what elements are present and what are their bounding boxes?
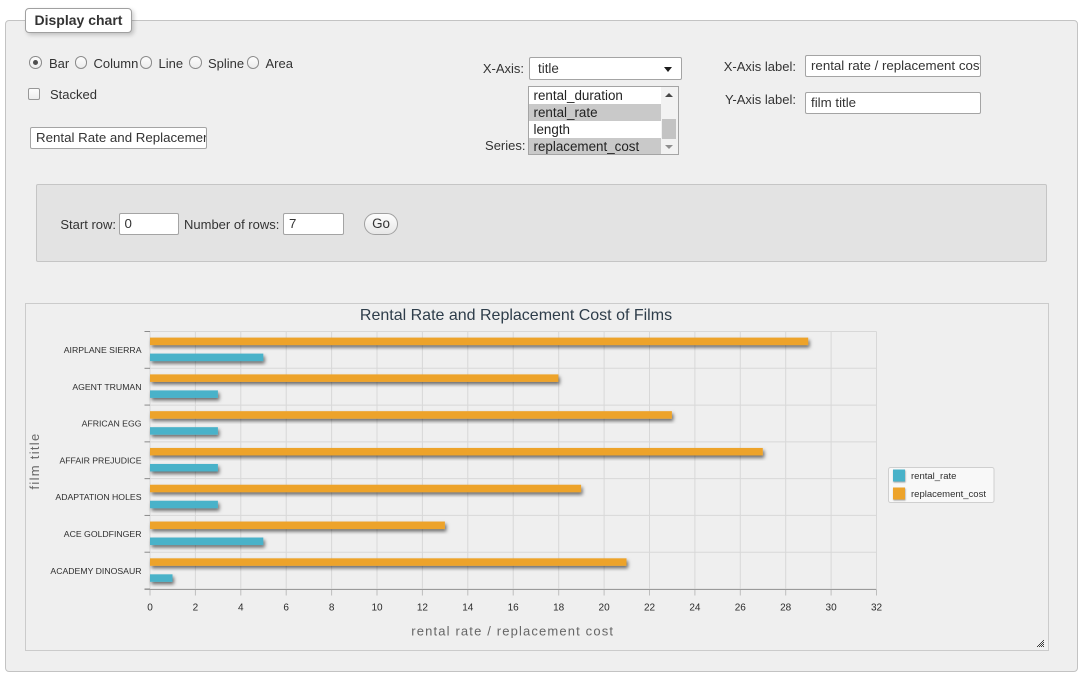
svg-text:ACE GOLDFINGER: ACE GOLDFINGER — [64, 529, 142, 539]
svg-text:22: 22 — [644, 603, 656, 614]
svg-text:26: 26 — [735, 603, 747, 614]
svg-text:replacement_cost: replacement_cost — [911, 489, 986, 500]
svg-text:ADAPTATION HOLES: ADAPTATION HOLES — [55, 492, 141, 502]
svg-text:18: 18 — [553, 603, 565, 614]
svg-text:AFFAIR PREJUDICE: AFFAIR PREJUDICE — [59, 455, 141, 465]
svg-text:24: 24 — [689, 603, 701, 614]
svg-text:film title: film title — [27, 432, 42, 489]
svg-text:28: 28 — [780, 603, 792, 614]
svg-text:ACADEMY DINOSAUR: ACADEMY DINOSAUR — [50, 566, 141, 576]
svg-text:30: 30 — [826, 603, 838, 614]
svg-text:AFRICAN EGG: AFRICAN EGG — [82, 419, 142, 429]
svg-text:Rental Rate and Replacement Co: Rental Rate and Replacement Cost of Film… — [360, 307, 672, 324]
svg-text:20: 20 — [599, 603, 611, 614]
svg-text:4: 4 — [238, 603, 244, 614]
svg-text:AGENT TRUMAN: AGENT TRUMAN — [72, 382, 141, 392]
svg-text:rental rate / replacement cost: rental rate / replacement cost — [411, 624, 614, 639]
svg-text:12: 12 — [417, 603, 429, 614]
svg-text:rental_rate: rental_rate — [911, 471, 956, 482]
svg-text:2: 2 — [193, 603, 199, 614]
svg-text:32: 32 — [871, 603, 883, 614]
svg-text:14: 14 — [462, 603, 474, 614]
svg-text:0: 0 — [147, 603, 153, 614]
svg-text:8: 8 — [329, 603, 335, 614]
svg-text:AIRPLANE SIERRA: AIRPLANE SIERRA — [64, 345, 142, 355]
svg-text:6: 6 — [283, 603, 289, 614]
svg-text:10: 10 — [371, 603, 383, 614]
svg-text:16: 16 — [508, 603, 520, 614]
